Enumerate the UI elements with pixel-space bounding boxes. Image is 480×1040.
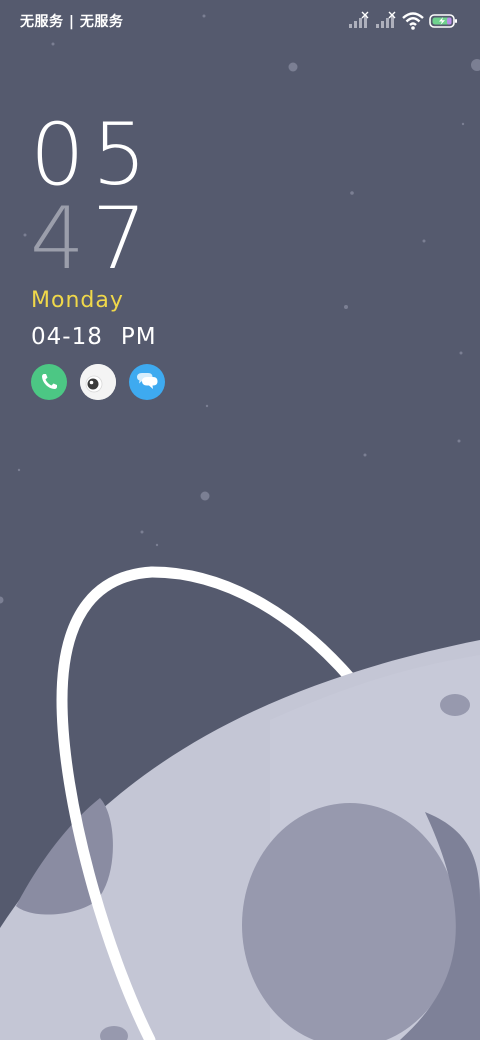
clock-hour-tens: 0: [30, 105, 85, 205]
status-icons: [348, 10, 458, 32]
lock-clock: 0 5 4 7: [30, 112, 180, 282]
ampm-label: PM: [120, 324, 157, 350]
chat-bubble-icon: [137, 373, 158, 389]
battery-charging-icon: [429, 11, 458, 31]
clock-minute-ones: 7: [92, 189, 147, 289]
status-bar: 无服务 | 无服务: [0, 0, 480, 42]
weekday-label: Monday: [31, 288, 124, 313]
messages-shortcut[interactable]: [129, 364, 165, 400]
planet: [0, 640, 480, 1040]
date-label: 04-18: [31, 324, 103, 350]
date-line: 04-18 PM: [31, 324, 157, 350]
signal-2-icon: [375, 10, 397, 32]
planet-ring-back: [146, 566, 358, 686]
phone-shortcut[interactable]: [31, 364, 67, 400]
clock-hour-ones: 5: [92, 105, 147, 205]
wifi-icon: [402, 10, 424, 32]
signal-1-icon: [348, 10, 370, 32]
camera-eye-icon: [80, 364, 116, 400]
carrier-label: 无服务 | 无服务: [20, 14, 124, 30]
phone-icon: [42, 374, 57, 389]
clock-minute-tens: 4: [30, 189, 85, 289]
camera-shortcut[interactable]: [80, 364, 116, 400]
